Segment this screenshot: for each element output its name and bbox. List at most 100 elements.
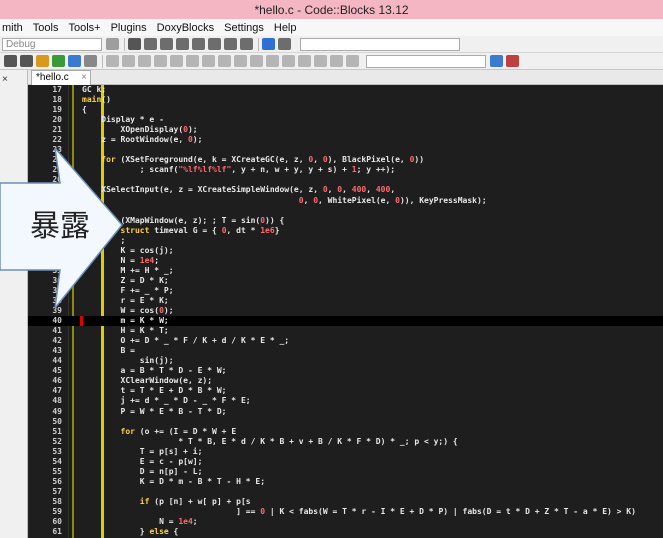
- code-line[interactable]: 42 O += D * _ * F / K + d / K * E * _;: [28, 336, 663, 346]
- layout-icon-7[interactable]: [266, 55, 279, 67]
- code-line[interactable]: 53 T = p[s] + i;: [28, 447, 663, 457]
- code-text: ] == 0 | K < fabs(W = T * r - I * E + D …: [82, 506, 636, 516]
- code-text: E = c - p[w];: [82, 456, 203, 466]
- next-instruction-icon[interactable]: [208, 38, 221, 50]
- menu-item-plugins[interactable]: Plugins: [111, 22, 147, 34]
- code-line[interactable]: 47 t = T * E + D * B * W;: [28, 386, 663, 396]
- frame-icon[interactable]: [122, 55, 135, 67]
- grid-icon[interactable]: [138, 55, 151, 67]
- code-line[interactable]: 60 N = 1e4;: [28, 517, 663, 527]
- code-text: if (p [n] + w[ p] + p[s: [139, 496, 251, 506]
- zoom-out-icon[interactable]: [314, 55, 327, 67]
- callout-arrow-shape: 暴露: [0, 148, 123, 308]
- tab-hello-c[interactable]: *hello.c ×: [31, 70, 91, 85]
- line-number: 46: [52, 376, 62, 386]
- line-number: 60: [52, 517, 62, 527]
- code-text: } else {: [82, 527, 179, 537]
- line-number: 58: [52, 496, 62, 506]
- step-out-icon[interactable]: [192, 38, 205, 50]
- code-line[interactable]: 19 {: [28, 105, 663, 115]
- find-icon[interactable]: [490, 55, 503, 67]
- run-to-cursor-icon[interactable]: [144, 38, 157, 50]
- code-line[interactable]: 46 XClearWindow(e, z);: [28, 376, 663, 386]
- search-icon[interactable]: [330, 55, 343, 67]
- various-info-icon[interactable]: [278, 38, 291, 50]
- panel-close-icon[interactable]: ×: [2, 74, 8, 85]
- line-number: 56: [52, 476, 62, 486]
- code-text: N = 1e4;: [82, 517, 198, 527]
- line-number: 20: [52, 115, 62, 125]
- match-brace-icon[interactable]: [106, 55, 119, 67]
- line-number: 49: [52, 406, 62, 416]
- layout-icon-4[interactable]: [218, 55, 231, 67]
- code-line[interactable]: 41 H = K * T;: [28, 326, 663, 336]
- pause-icon[interactable]: [224, 38, 237, 50]
- code-text: t = T * E + D * B * W;: [82, 386, 227, 396]
- edit-toolbar: [0, 53, 663, 70]
- layout-icon-2[interactable]: [186, 55, 199, 67]
- block-select-icon[interactable]: [84, 55, 97, 67]
- menu-item-tools-plus[interactable]: Tools+: [68, 22, 100, 34]
- arrow-left-icon[interactable]: [4, 55, 17, 67]
- code-line[interactable]: 61 } else {: [28, 527, 663, 537]
- menu-item-mith[interactable]: mith: [2, 22, 23, 34]
- code-line[interactable]: 18 main(): [28, 95, 663, 105]
- menu-item-settings[interactable]: Settings: [224, 22, 264, 34]
- code-line[interactable]: 51 for (o += (I = D * W + E: [28, 427, 663, 437]
- line-number: 51: [52, 426, 62, 436]
- code-line[interactable]: 22 z = RootWindow(e, 0);: [28, 135, 663, 145]
- code-text: O += D * _ * F / K + d / K * E * _;: [82, 336, 290, 346]
- arrow-right-icon[interactable]: [20, 55, 33, 67]
- next-line-icon[interactable]: [160, 38, 173, 50]
- c-icon[interactable]: [346, 55, 359, 67]
- code-line[interactable]: 55 D = n[p] - L;: [28, 467, 663, 477]
- code-line[interactable]: 21 XOpenDisplay(0);: [28, 125, 663, 135]
- code-line[interactable]: 57: [28, 487, 663, 497]
- code-line[interactable]: 20 Display * e -: [28, 115, 663, 125]
- pencil-icon[interactable]: [36, 55, 49, 67]
- debug-run-icon[interactable]: [128, 38, 141, 50]
- code-line[interactable]: 59 ] == 0 | K < fabs(W = T * r - I * E +…: [28, 507, 663, 517]
- code-line[interactable]: 45 a = B * T * D - E * W;: [28, 366, 663, 376]
- layout-icon-5[interactable]: [234, 55, 247, 67]
- line-number: 42: [52, 336, 62, 346]
- code-line[interactable]: 56 K = D * m - B * T - H * E;: [28, 477, 663, 487]
- code-line[interactable]: 44 sin(j);: [28, 356, 663, 366]
- code-line[interactable]: 48 j += d * _ * D - _ * F * E;: [28, 396, 663, 406]
- tools-icon[interactable]: [506, 55, 519, 67]
- code-line[interactable]: 50: [28, 417, 663, 427]
- bookmark-icon[interactable]: [52, 55, 65, 67]
- code-text: GC k;: [82, 85, 107, 94]
- dropdown-arrow-icon[interactable]: [106, 38, 119, 50]
- code-line[interactable]: 49 P = W * E * B - T * D;: [28, 407, 663, 417]
- toggle-icon[interactable]: [68, 55, 81, 67]
- code-text: XClearWindow(e, z);: [82, 376, 213, 386]
- symbol-select[interactable]: [300, 38, 460, 51]
- layout-icon-6[interactable]: [250, 55, 263, 67]
- code-line[interactable]: 58 if (p [n] + w[ p] + p[s: [28, 497, 663, 507]
- code-line[interactable]: 17 GC k;: [28, 85, 663, 95]
- layout-icon-3[interactable]: [202, 55, 215, 67]
- zoom-in-icon[interactable]: [298, 55, 311, 67]
- stop-icon[interactable]: [240, 38, 253, 50]
- layout-icon-1[interactable]: [170, 55, 183, 67]
- code-line[interactable]: 40 m = K * W;: [28, 316, 663, 327]
- code-line[interactable]: 52 * T * B, E * d / K * B + v + B / K * …: [28, 437, 663, 447]
- line-number: 41: [52, 326, 62, 336]
- panel-icon[interactable]: [154, 55, 167, 67]
- code-line[interactable]: 43 B =: [28, 346, 663, 356]
- line-number: 52: [52, 436, 62, 446]
- menu-item-doxyblocks[interactable]: DoxyBlocks: [157, 22, 214, 34]
- tab-close-icon[interactable]: ×: [81, 71, 87, 84]
- line-number: 48: [52, 396, 62, 406]
- menu-item-tools[interactable]: Tools: [33, 22, 59, 34]
- layout-icon-8[interactable]: [282, 55, 295, 67]
- title-bar: *hello.c - Code::Blocks 13.12: [0, 0, 663, 19]
- menu-item-help[interactable]: Help: [274, 22, 297, 34]
- search-input[interactable]: [366, 55, 486, 68]
- line-number: 50: [52, 416, 62, 426]
- debug-windows-icon[interactable]: [262, 38, 275, 50]
- step-into-icon[interactable]: [176, 38, 189, 50]
- build-target-select[interactable]: Debug: [2, 38, 102, 51]
- code-line[interactable]: 54 E = c - p[w];: [28, 457, 663, 467]
